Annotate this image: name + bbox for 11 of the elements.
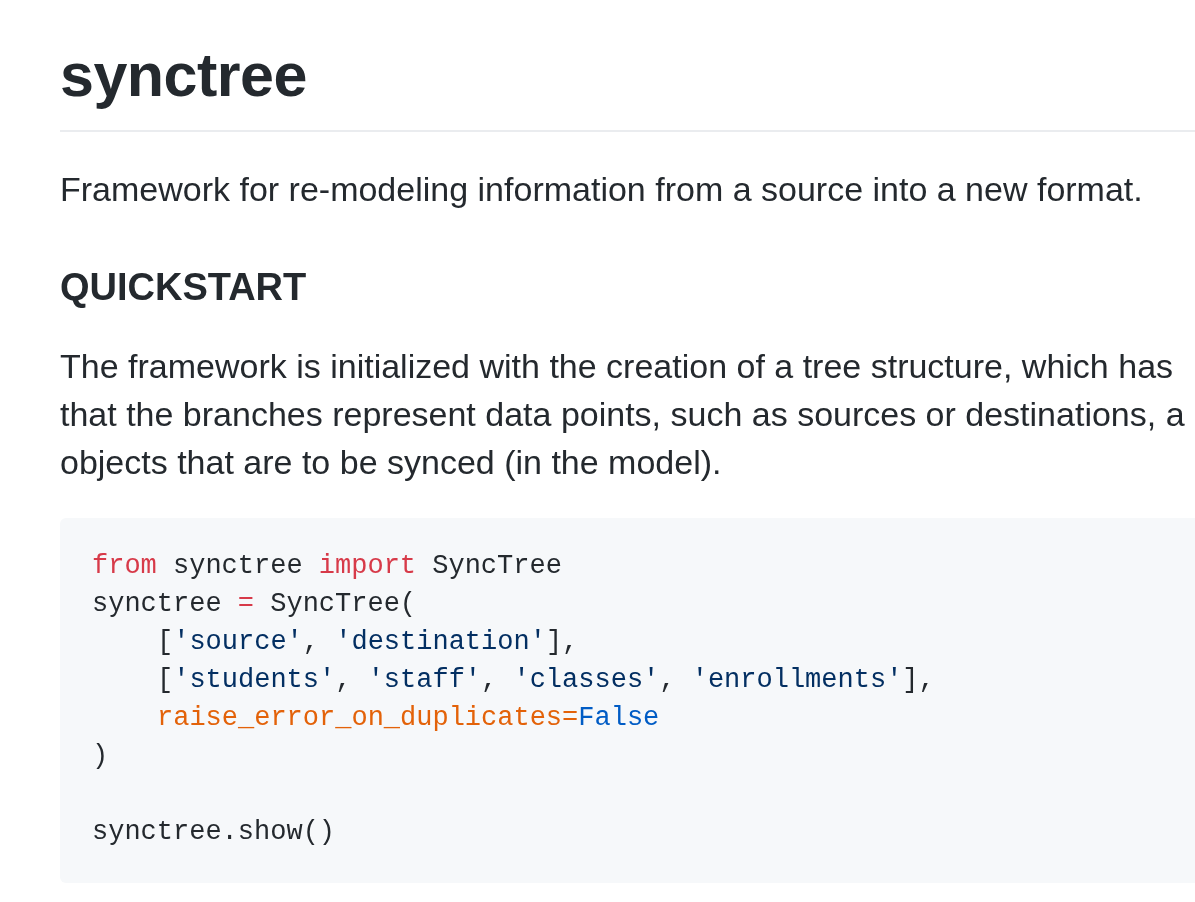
code-line: synctree = SyncTree( — [92, 588, 418, 621]
code-line: synctree.show() — [92, 816, 337, 849]
code-line: ['students', 'staff', 'classes', 'enrollments'], — [156, 664, 936, 697]
intro-paragraph: Framework for re-modeling information from a source into a new format. — [60, 169, 1143, 210]
page-title: synctree — [60, 40, 307, 111]
code-line: from synctree import SyncTree — [92, 550, 563, 583]
section-heading: QUICKSTART — [60, 265, 307, 310]
code-line: ) — [92, 740, 110, 773]
code-line: raise_error_on_duplicates=False — [156, 702, 661, 735]
body-paragraph: The framework is initialized with the creation of a tree structure, which has that the branches represent data points, such as sources or destinations, a objects that are to be synced (in the model). — [60, 346, 1185, 483]
code-line: ['source', 'destination'], — [156, 626, 580, 659]
